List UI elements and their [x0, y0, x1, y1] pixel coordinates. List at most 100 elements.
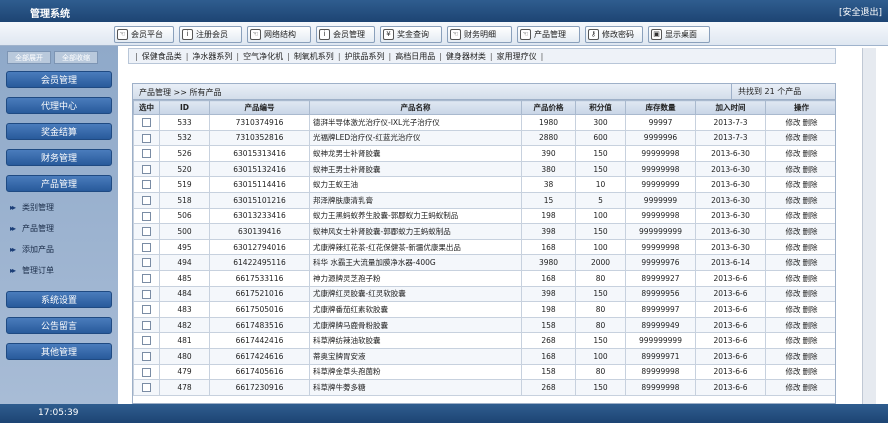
edit-link[interactable]: 修改	[786, 258, 801, 267]
delete-link[interactable]: 删除	[803, 258, 818, 267]
row-checkbox[interactable]	[142, 367, 151, 377]
row-checkbox[interactable]	[142, 336, 151, 346]
edit-link[interactable]: 修改	[786, 243, 801, 252]
row-checkbox[interactable]	[142, 305, 151, 315]
sidebar-subitem[interactable]: ▸▸ 产品管理	[10, 221, 54, 235]
row-checkbox[interactable]	[142, 258, 151, 268]
toolbar-button[interactable]: ☜ 财务明细	[447, 26, 512, 43]
logout-link[interactable]: [安全退出]	[839, 5, 882, 18]
row-checkbox[interactable]	[142, 211, 151, 221]
category-link[interactable]: 制氧机系列	[290, 51, 338, 62]
row-checkbox[interactable]	[142, 180, 151, 190]
expand-all-tab[interactable]: 全部展开	[7, 51, 51, 64]
sidebar-item[interactable]: 系统设置	[6, 291, 112, 308]
sidebar-item[interactable]: 其他管理	[6, 343, 112, 360]
table-row[interactable]: 484 6617521016 尤康牌红灵胶囊-红灵软胶囊 398 150 89999956…	[133, 285, 835, 303]
sidebar-item[interactable]: 会员管理	[6, 71, 112, 88]
table-row[interactable]: 506 63013233416 蚁力王黑蚂蚁养生胶囊-郭郿蚁力王蚂蚁制品 198 100…	[133, 207, 835, 225]
delete-link[interactable]: 删除	[803, 274, 818, 283]
edit-link[interactable]: 修改	[786, 133, 801, 142]
table-row[interactable]: 479 6617405616 科草牌金草头孢菌粉 158 80 89999998 2013-…	[133, 363, 835, 381]
delete-link[interactable]: 删除	[803, 352, 818, 361]
edit-link[interactable]: 修改	[786, 305, 801, 314]
sidebar-subitem[interactable]: ▸▸ 管理订单	[10, 263, 54, 277]
delete-link[interactable]: 删除	[803, 336, 818, 345]
vertical-scrollbar[interactable]	[862, 48, 876, 404]
category-link[interactable]: 保健食品类	[138, 51, 186, 62]
delete-link[interactable]: 删除	[803, 196, 818, 205]
table-row[interactable]: 519 63015114416 蚁力王蚁王油 38 10 99999999 2013-6-3…	[133, 176, 835, 193]
edit-link[interactable]: 修改	[786, 180, 801, 189]
edit-link[interactable]: 修改	[786, 227, 801, 236]
toolbar-button[interactable]: i 会员管理	[316, 26, 375, 43]
table-row[interactable]: 500 630139416 蚁神风女士补肾胶囊-郭郿蚁力王蚂蚁制品 398 150 999…	[133, 223, 835, 240]
row-checkbox[interactable]	[142, 118, 151, 128]
delete-link[interactable]: 删除	[803, 118, 818, 127]
sidebar-item[interactable]: 公告留言	[6, 317, 112, 334]
table-row[interactable]: 494 61422495116 科华 水霸王大流量加膜净水器-400G 3980 200…	[133, 254, 835, 271]
sidebar-item[interactable]: 财务管理	[6, 149, 112, 166]
row-checkbox[interactable]	[142, 164, 151, 174]
sidebar-item[interactable]: 奖金结算	[6, 123, 112, 140]
category-link[interactable]: 家用理疗仪	[493, 51, 541, 62]
delete-link[interactable]: 删除	[803, 211, 818, 220]
sidebar-item[interactable]: 产品管理	[6, 175, 112, 192]
row-checkbox[interactable]	[142, 149, 151, 159]
toolbar-button[interactable]: ▣ 显示桌面	[648, 26, 710, 43]
delete-link[interactable]: 删除	[803, 305, 818, 314]
delete-link[interactable]: 删除	[803, 321, 818, 330]
table-row[interactable]: 533 7310374916 德湃半导体激光治疗仪-IXL光子治疗仪 1980 300 9…	[133, 114, 835, 131]
table-row[interactable]: 520 63015132416 蚁神王男士补肾胶囊 380 150 99999998 201…	[133, 160, 835, 178]
toolbar-button[interactable]: ¥ 奖金查询	[380, 26, 442, 43]
collapse-all-tab[interactable]: 全部收缩	[54, 51, 98, 64]
row-checkbox[interactable]	[142, 273, 151, 283]
table-row[interactable]: 482 6617483516 尤康牌牌马鹿骨粉胶囊 158 80 89999949 2013…	[133, 316, 835, 334]
row-checkbox[interactable]	[142, 196, 151, 206]
row-checkbox[interactable]	[142, 133, 151, 143]
table-row[interactable]: 483 6617505016 尤康牌番茄红素软胶囊 198 80 89999997 2013…	[133, 301, 835, 318]
edit-link[interactable]: 修改	[786, 211, 801, 220]
delete-link[interactable]: 删除	[803, 165, 818, 174]
edit-link[interactable]: 修改	[786, 383, 801, 392]
table-row[interactable]: 480 6617424616 蒂奥宝牌胃安液 168 100 89999971 2013-6…	[133, 347, 835, 365]
sidebar-item[interactable]: 代理中心	[6, 97, 112, 114]
row-checkbox[interactable]	[142, 351, 151, 361]
table-row[interactable]: 526 63015313416 蚁神龙男士补肾胶囊 390 150 99999998 201…	[133, 145, 835, 162]
edit-link[interactable]: 修改	[786, 352, 801, 361]
delete-link[interactable]: 删除	[803, 227, 818, 236]
delete-link[interactable]: 删除	[803, 149, 818, 158]
edit-link[interactable]: 修改	[786, 289, 801, 298]
delete-link[interactable]: 删除	[803, 133, 818, 142]
row-checkbox[interactable]	[142, 320, 151, 330]
category-link[interactable]: 空气净化机	[239, 51, 287, 62]
category-link[interactable]: 净水器系列	[188, 51, 236, 62]
delete-link[interactable]: 删除	[803, 367, 818, 376]
sidebar-subitem[interactable]: ▸▸ 添加产品	[10, 242, 54, 256]
edit-link[interactable]: 修改	[786, 149, 801, 158]
row-checkbox[interactable]	[142, 227, 151, 237]
toolbar-button[interactable]: ☜ 会员平台	[114, 26, 174, 43]
table-row[interactable]: 478 6617230916 科草牌牛蒡多糖 268 150 89999998 2013-6…	[133, 379, 835, 396]
table-row[interactable]: 518 63015101216 邦泽牌肤康清乳膏 15 5 9999999 2013-6-3…	[133, 191, 835, 209]
table-row[interactable]: 495 63012794016 尤康牌辣红花茶-红花保健茶-新疆优康果出品 168 10…	[133, 238, 835, 256]
toolbar-button[interactable]: i 注册会员	[179, 26, 242, 43]
category-link[interactable]: 高档日用品	[391, 51, 439, 62]
table-row[interactable]: 532 7310352816 光福牌LED治疗仪-红蓝光治疗仪 2880 600 9999…	[133, 129, 835, 147]
toolbar-button[interactable]: ☜ 产品管理	[517, 26, 580, 43]
edit-link[interactable]: 修改	[786, 321, 801, 330]
edit-link[interactable]: 修改	[786, 274, 801, 283]
category-link[interactable]: 护肤品系列	[341, 51, 389, 62]
delete-link[interactable]: 删除	[803, 243, 818, 252]
row-checkbox[interactable]	[142, 242, 151, 252]
category-link[interactable]: 健身器材类	[442, 51, 490, 62]
row-checkbox[interactable]	[142, 383, 151, 393]
delete-link[interactable]: 删除	[803, 383, 818, 392]
toolbar-button[interactable]: ⚷ 修改密码	[585, 26, 643, 43]
sidebar-subitem[interactable]: ▸▸ 类别管理	[10, 200, 54, 214]
edit-link[interactable]: 修改	[786, 196, 801, 205]
edit-link[interactable]: 修改	[786, 367, 801, 376]
edit-link[interactable]: 修改	[786, 336, 801, 345]
delete-link[interactable]: 删除	[803, 180, 818, 189]
row-checkbox[interactable]	[142, 289, 151, 299]
edit-link[interactable]: 修改	[786, 118, 801, 127]
